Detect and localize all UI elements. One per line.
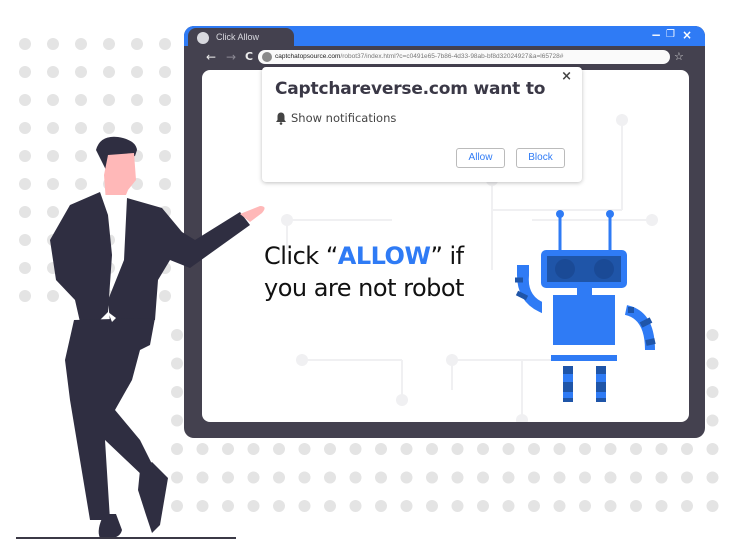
person-jacket-right [108, 198, 250, 322]
robot-arm-left [517, 265, 542, 314]
person-illustration [50, 136, 265, 538]
person-face [104, 153, 136, 202]
robot-eye-left [555, 259, 575, 279]
person-shoe-right [138, 462, 168, 533]
robot-antenna-right-tip [606, 210, 614, 218]
robot-body [553, 295, 615, 345]
robot-eye-right [594, 259, 614, 279]
robot-illustration [515, 210, 656, 402]
floor-line [16, 537, 236, 539]
robot-legs [563, 366, 606, 402]
person-jacket-left [50, 192, 112, 322]
illustration [50, 136, 656, 538]
robot-antenna-left-tip [556, 210, 564, 218]
robot-waist [551, 355, 617, 361]
robot-neck [577, 288, 592, 296]
